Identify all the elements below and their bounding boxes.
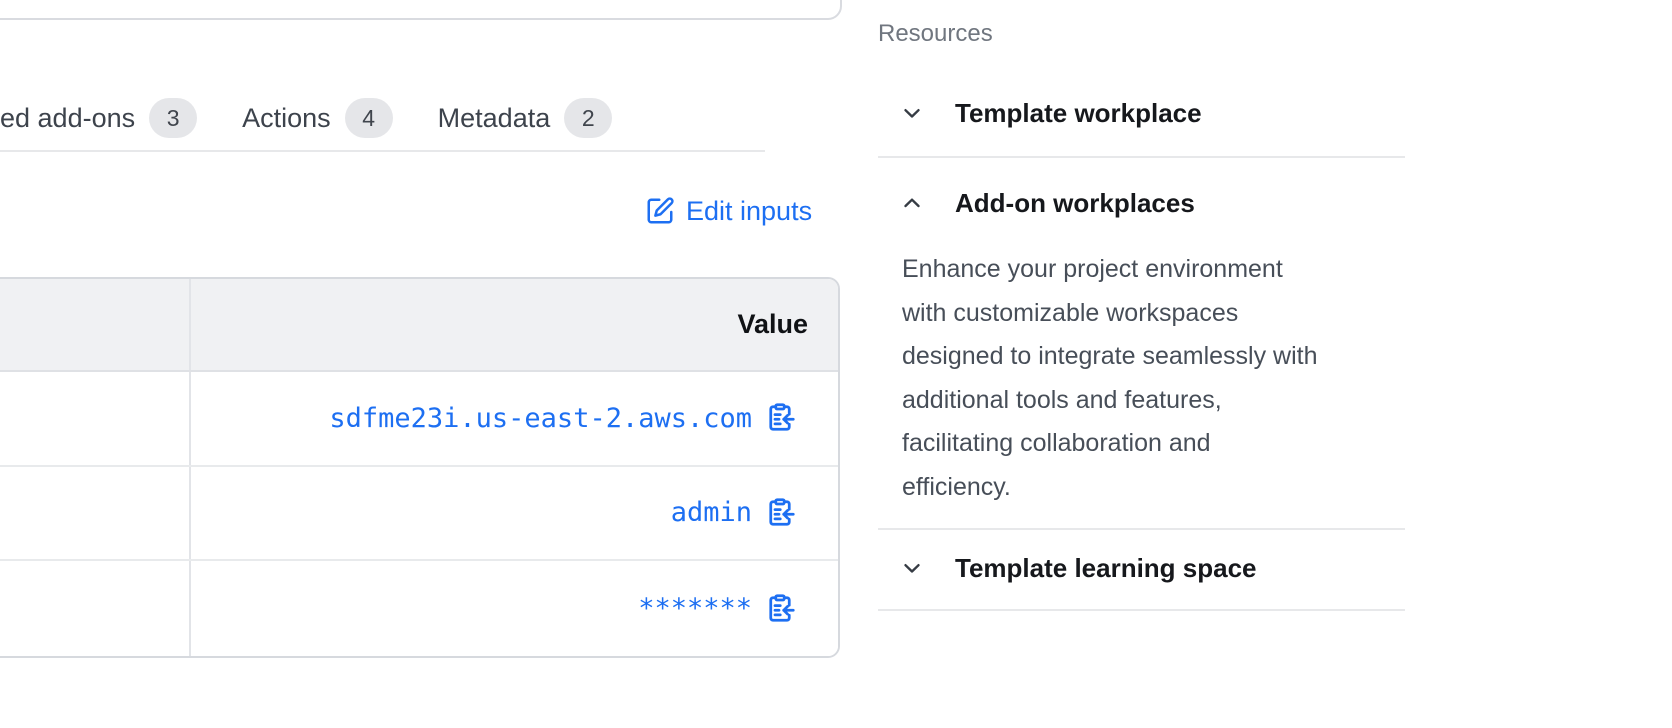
accordion-body-text: Enhance your project environment with cu… (902, 248, 1382, 509)
tab-bar-divider (0, 150, 765, 152)
body-line: efficiency. (902, 466, 1382, 510)
row-value-text: ******* (638, 593, 752, 624)
body-line: Enhance your project environment (902, 248, 1382, 292)
table-row: admin (0, 467, 838, 562)
accordion-header-add-on-workplaces[interactable]: Add-on workplaces (878, 180, 1405, 226)
top-card-bottom-edge (0, 0, 842, 20)
table-header-row: Value (0, 279, 838, 372)
chevron-down-icon (900, 556, 924, 580)
table-row: sdfme23i.us-east-2.aws.com (0, 372, 838, 467)
accordion-title: Add-on workplaces (955, 188, 1195, 219)
accordion-header-template-learning-space[interactable]: Template learning space (878, 545, 1405, 591)
accordion-section-add-on-workplaces: Add-on workplaces Enhance your project e… (878, 158, 1405, 530)
resources-panel: Resources Template workplace Add-on work… (878, 20, 1405, 48)
clipboard-copy-icon (765, 403, 795, 433)
copy-value-button[interactable] (765, 403, 795, 433)
copy-value-button[interactable] (765, 594, 795, 624)
tab-label: Actions (242, 103, 331, 134)
accordion-section-template-learning-space: Template learning space (878, 530, 1405, 611)
clipboard-copy-icon (765, 498, 795, 528)
tab-metadata[interactable]: Metadata 2 (438, 98, 613, 138)
row-value-text: sdfme23i.us-east-2.aws.com (329, 403, 752, 434)
row-value-cell: sdfme23i.us-east-2.aws.com (191, 372, 838, 465)
edit-pencil-square-icon (645, 196, 675, 226)
resources-heading: Resources (878, 20, 1405, 48)
row-name-cell (0, 372, 191, 465)
accordion-header-template-workplace[interactable]: Template workplace (878, 90, 1405, 136)
screen: ed add-ons 3 Actions 4 Metadata 2 Edit i… (0, 0, 1672, 728)
accordion-section-template-workplace: Template workplace (878, 90, 1405, 158)
tab-count-badge: 3 (149, 98, 197, 138)
chevron-down-icon (900, 101, 924, 125)
tab-actions[interactable]: Actions 4 (242, 98, 393, 138)
edit-inputs-label: Edit inputs (686, 196, 812, 227)
body-line: with customizable workspaces (902, 292, 1382, 336)
clipboard-copy-icon (765, 594, 795, 624)
resources-accordion: Template workplace Add-on workplaces Enh… (878, 90, 1405, 611)
body-line: designed to integrate seamlessly with (902, 335, 1382, 379)
accordion-title: Template workplace (955, 98, 1202, 129)
tab-count-badge: 4 (345, 98, 393, 138)
tab-installed-add-ons[interactable]: ed add-ons 3 (0, 98, 197, 138)
row-name-cell (0, 561, 191, 656)
body-line: facilitating collaboration and (902, 422, 1382, 466)
table-row: ******* (0, 561, 838, 656)
tab-count-badge: 2 (564, 98, 612, 138)
tab-bar: ed add-ons 3 Actions 4 Metadata 2 (0, 96, 612, 140)
inputs-table: Value sdfme23i.us-east-2.aws.com (0, 277, 840, 658)
accordion-title: Template learning space (955, 553, 1257, 584)
body-line: additional tools and features, (902, 379, 1382, 423)
tab-label: Metadata (438, 103, 551, 134)
row-value-cell: admin (191, 467, 838, 560)
row-value-text: admin (671, 497, 752, 528)
chevron-up-icon (900, 191, 924, 215)
copy-value-button[interactable] (765, 498, 795, 528)
table-header-value: Value (191, 279, 838, 370)
tab-label: ed add-ons (0, 103, 135, 134)
row-value-cell: ******* (191, 561, 838, 656)
edit-inputs-link[interactable]: Edit inputs (645, 193, 812, 229)
table-header-name-column (0, 279, 191, 370)
row-name-cell (0, 467, 191, 560)
